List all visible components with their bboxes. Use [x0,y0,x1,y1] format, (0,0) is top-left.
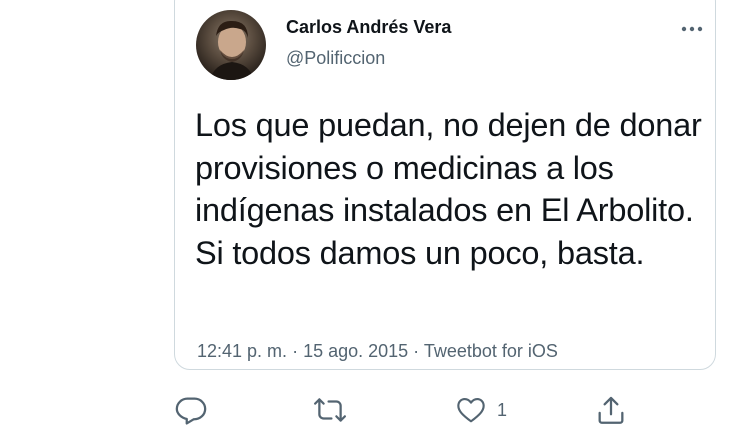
retweet-button[interactable] [312,392,348,428]
share-icon [598,396,624,424]
reply-icon [175,397,207,425]
share-button[interactable] [594,392,628,428]
avatar[interactable] [196,10,266,80]
tweet-time[interactable]: 12:41 p. m. [197,341,287,361]
more-options-button[interactable] [672,14,712,44]
display-name[interactable]: Carlos Andrés Vera [286,17,451,38]
tweet-source[interactable]: Tweetbot for iOS [424,341,558,361]
reply-button[interactable] [174,392,208,428]
retweet-icon [313,398,347,422]
like-count: 1 [497,399,508,420]
tweet-text: Los que puedan, no dejen de donar provis… [195,107,702,271]
meta-separator: · [408,341,424,361]
meta-separator: · [287,341,304,361]
like-button[interactable]: 1 [455,392,507,428]
heart-icon [457,398,485,423]
tweet-date[interactable]: 15 ago. 2015 [303,341,408,361]
user-handle[interactable]: @Polificcion [286,48,385,69]
tweet-metadata: 12:41 p. m. · 15 ago. 2015 · Tweetbot fo… [197,341,558,362]
more-icon [681,26,703,32]
